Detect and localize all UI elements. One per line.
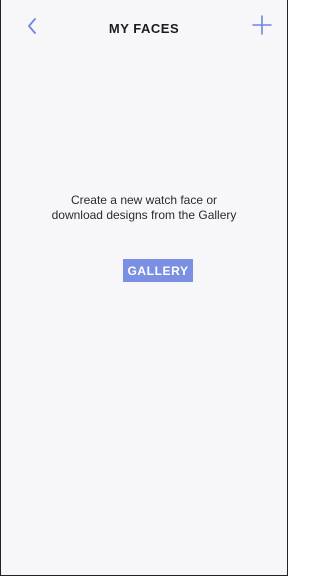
empty-state-message: Create a new watch face or download desi… [21, 193, 267, 223]
app-screen: MY FACES Create a new watch face or down… [0, 0, 288, 576]
add-face-button[interactable] [251, 14, 273, 36]
gallery-button[interactable]: GALLERY [123, 259, 193, 282]
empty-state-line-1: Create a new watch face or [70, 193, 218, 207]
page-title: MY FACES [108, 21, 180, 36]
plus-icon [252, 15, 272, 35]
header-bar: MY FACES [1, 0, 287, 44]
empty-state-line-2: download designs from the Gallery [51, 208, 237, 222]
